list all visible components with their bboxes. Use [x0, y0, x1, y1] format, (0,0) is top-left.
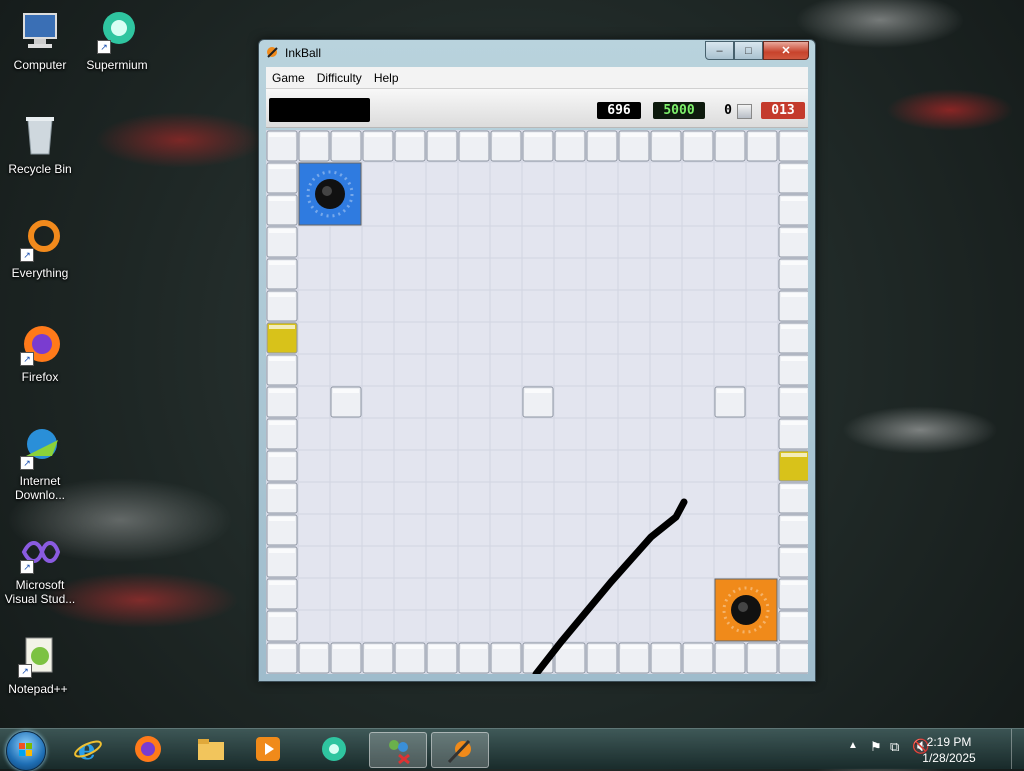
desktop-icon-everything[interactable]: ↗ Everything — [2, 218, 78, 280]
shortcut-arrow-icon: ↗ — [97, 40, 111, 54]
taskbar-media-player[interactable] — [240, 732, 296, 766]
desktop-icon-firefox[interactable]: ↗ Firefox — [2, 322, 78, 384]
taskbar-inkball[interactable] — [431, 732, 489, 768]
internet-download-manager-icon: ↗ — [18, 426, 62, 470]
supermium-icon — [322, 737, 346, 761]
taskbar-firefox[interactable] — [120, 732, 176, 766]
shortcut-arrow-icon: ↗ — [20, 352, 34, 366]
taskbar-file-explorer[interactable] — [183, 732, 239, 766]
desktop-icon-recycle-bin[interactable]: Recycle Bin — [2, 114, 78, 176]
desktop-icon-label: Firefox — [21, 370, 59, 384]
title-bar[interactable]: InkBall – □ ✕ — [259, 40, 815, 66]
inkball-icon — [447, 739, 471, 764]
menu-bar: Game Difficulty Help — [266, 67, 808, 89]
network-app-icon — [389, 740, 410, 765]
taskbar-internet-explorer[interactable]: e — [60, 732, 116, 766]
desktop-icon-notepad-plus-plus[interactable]: ↗ Notepad++ — [0, 634, 76, 696]
taskbar-network-app[interactable] — [369, 732, 427, 768]
network-icon[interactable]: ⧉ — [890, 739, 899, 755]
desktop-icon-internet-download[interactable]: ↗ Internet Downlo... — [2, 426, 78, 502]
show-hidden-icons-icon[interactable]: ▲ — [848, 740, 858, 751]
clock[interactable]: 2:19 PM 1/28/2025 — [914, 734, 984, 766]
status-display — [269, 98, 370, 122]
inkball-app-icon — [267, 47, 278, 58]
taskbar-supermium[interactable] — [306, 732, 362, 766]
desktop-icon-label: Supermium — [86, 58, 148, 72]
desktop-icon-label: Recycle Bin — [8, 162, 72, 176]
desktop-icon-supermium[interactable]: ↗ Supermium — [79, 10, 155, 72]
clock-time: 2:19 PM — [926, 735, 972, 749]
time-counter: 696 — [597, 102, 641, 119]
ball-icon — [737, 104, 752, 119]
balls-collected-counter: 0 — [724, 103, 732, 118]
firefox-icon: ↗ — [18, 322, 62, 366]
folder-icon — [198, 739, 224, 760]
shortcut-arrow-icon: ↗ — [20, 456, 34, 470]
shortcut-arrow-icon: ↗ — [18, 664, 32, 678]
desktop-icon-label: Internet Downlo... — [14, 474, 66, 502]
score-counter: 5000 — [653, 102, 705, 119]
shortcut-arrow-icon: ↗ — [20, 248, 34, 262]
taskbar: e ▲ ⚑ ⧉ 🔇 2:19 PM 1/28/2025 — [0, 728, 1024, 771]
visual-studio-icon: ↗ — [18, 530, 62, 574]
show-desktop-button[interactable] — [1011, 729, 1024, 769]
desktop-icon-label: Computer — [13, 58, 67, 72]
desktop-icon-computer[interactable]: Computer — [2, 10, 78, 72]
windows-logo-icon — [19, 743, 32, 756]
internet-explorer-icon: e — [74, 734, 102, 764]
window-title: InkBall — [285, 46, 322, 60]
desktop-icon-label: Everything — [11, 266, 69, 280]
start-button[interactable] — [6, 731, 46, 771]
everything-icon: ↗ — [18, 218, 62, 262]
menu-help[interactable]: Help — [368, 71, 405, 85]
inkball-window[interactable]: InkBall – □ ✕ Game Difficulty Help 696 5… — [258, 39, 816, 682]
desktop-icon-visual-studio[interactable]: ↗ Microsoft Visual Stud... — [2, 530, 78, 606]
maximize-button[interactable]: □ — [734, 41, 763, 60]
firefox-icon — [135, 736, 161, 762]
shortcut-arrow-icon: ↗ — [20, 560, 34, 574]
game-board[interactable] — [266, 130, 808, 674]
menu-difficulty[interactable]: Difficulty — [311, 71, 368, 85]
game-board-canvas[interactable] — [266, 130, 808, 674]
desktop-icon-label: Notepad++ — [8, 682, 68, 696]
balls-remaining-counter: 013 — [761, 102, 805, 119]
computer-icon — [18, 10, 62, 54]
clock-date: 1/28/2025 — [922, 751, 976, 765]
supermium-icon: ↗ — [95, 10, 139, 54]
svg-text:e: e — [78, 734, 96, 764]
system-tray: ▲ ⚑ ⧉ 🔇 2:19 PM 1/28/2025 — [834, 729, 1024, 769]
menu-game[interactable]: Game — [266, 71, 311, 85]
scoreboard: 696 5000 0 013 — [266, 89, 808, 128]
action-center-icon[interactable]: ⚑ — [870, 739, 882, 755]
close-button[interactable]: ✕ — [763, 41, 809, 60]
recycle-bin-icon — [18, 114, 62, 158]
media-player-icon — [256, 737, 280, 761]
notepad-plus-plus-icon: ↗ — [16, 634, 60, 678]
desktop-icon-label: Microsoft Visual Stud... — [4, 578, 76, 606]
minimize-button[interactable]: – — [705, 41, 734, 60]
